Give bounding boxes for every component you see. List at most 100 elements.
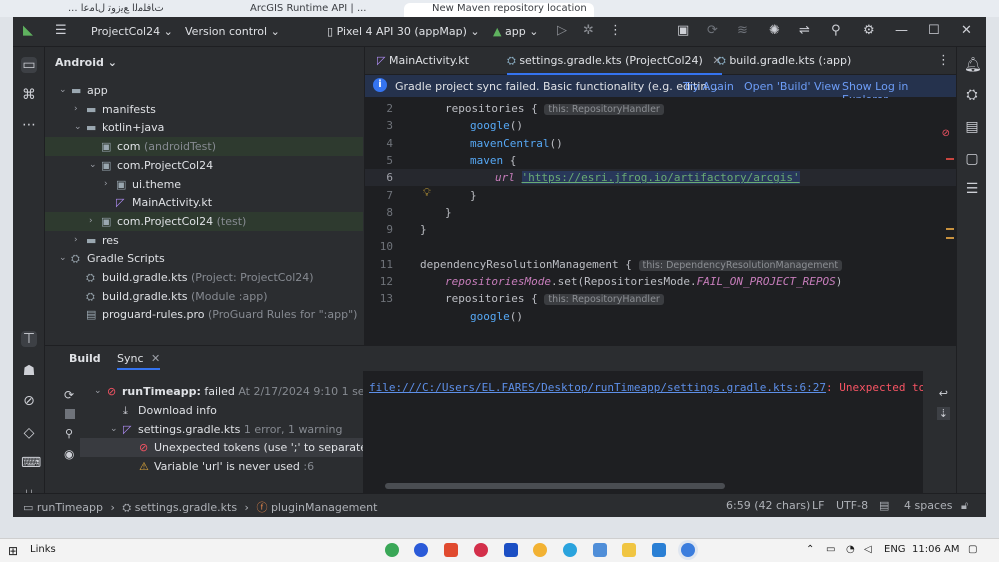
tab-options-icon[interactable]: ⋮ [937, 53, 950, 68]
project-tool-icon[interactable]: ▭ [21, 57, 37, 73]
error-stripe-icon[interactable]: ⊘ [942, 128, 950, 139]
tree-item[interactable]: ▣ com (androidTest) [45, 137, 363, 157]
input-language[interactable]: ENG [884, 544, 906, 555]
layout-inspector-icon[interactable]: ☰ [964, 181, 980, 197]
horizontal-scrollbar[interactable] [385, 483, 725, 489]
file-explorer-icon[interactable] [622, 543, 636, 557]
more-tools-icon[interactable]: ⋯ [21, 117, 37, 133]
links-toolbar[interactable]: Links [30, 544, 56, 555]
structure-tool-icon[interactable]: ⌘ [21, 87, 37, 103]
debug-icon[interactable]: ✲ [583, 23, 594, 38]
build-tree-item[interactable]: ⚠ Variable 'url' is never used :6 [80, 457, 394, 476]
opera-icon[interactable] [474, 543, 488, 557]
chrome-icon[interactable] [533, 543, 547, 557]
tree-item[interactable]: ▤ proguard-rules.pro (ProGuard Rules for … [45, 305, 363, 324]
app-quality-icon[interactable]: ◇ [21, 425, 37, 441]
build-tree-item[interactable]: ⌄ ◸ settings.gradle.kts 1 error, 1 warning [80, 420, 394, 439]
notifications-icon[interactable]: 🔔︎ [964, 57, 982, 73]
clock[interactable]: 11:06 AM [912, 544, 959, 555]
device-manager-icon[interactable]: ▣ [677, 23, 689, 38]
telegram-icon[interactable] [563, 543, 577, 557]
chat-app-icon[interactable] [414, 543, 428, 557]
problems-icon[interactable]: ⊘ [21, 393, 37, 409]
tree-item[interactable]: ⌄ ▣ com.ProjectCol24 [45, 156, 363, 175]
build-tree-item[interactable]: ⤓ Download info [80, 401, 394, 420]
build-tree-item[interactable]: ⊘ Unexpected tokens (use ';' to separate … [80, 438, 394, 458]
chevron-right-icon[interactable]: › [74, 231, 78, 250]
volume-icon[interactable]: ◁ [864, 544, 872, 555]
maximize-icon[interactable]: ☐ [928, 23, 940, 38]
breadcrumb-item[interactable]: runTimeapp [37, 501, 103, 514]
tree-item[interactable]: ⌄ ⛭ Gradle Scripts [45, 249, 363, 268]
whatsapp-icon[interactable] [385, 543, 399, 557]
lightbulb-icon[interactable]: 💡︎ [423, 186, 431, 200]
rerun-icon[interactable]: ⟳ [64, 388, 74, 402]
tab-main-activity[interactable]: ◸ MainActivity.kt [377, 54, 469, 67]
chevron-down-icon[interactable]: ⌄ [59, 81, 67, 100]
close-icon[interactable]: ✕ [961, 23, 972, 38]
search-app-icon[interactable] [593, 543, 607, 557]
tree-item[interactable]: ⌄ ▬ kotlin+java [45, 118, 363, 137]
pin-icon[interactable]: ⚲ [65, 427, 73, 440]
tree-item[interactable]: ⛭ build.gradle.kts (Project: ProjectCol24… [45, 268, 363, 287]
chevron-right-icon[interactable]: › [104, 175, 108, 194]
chevron-right-icon[interactable]: › [89, 212, 93, 231]
more-icon[interactable]: ⋮ [609, 23, 622, 38]
line-separator[interactable]: LF [812, 499, 824, 512]
wifi-icon[interactable]: ◔ [846, 544, 855, 555]
mail-icon[interactable] [504, 543, 518, 557]
read-only-icon[interactable]: ▤ [879, 499, 889, 512]
tree-item[interactable]: › ▣ com.ProjectCol24 (test) [45, 211, 363, 231]
chevron-down-icon[interactable]: ⌄ [110, 420, 118, 439]
main-menu-icon[interactable]: ☰ [55, 23, 67, 38]
plugin-icon[interactable]: ✺ [769, 23, 780, 38]
cursor-position[interactable]: 6:59 (42 chars) [726, 499, 810, 512]
soft-wrap-icon[interactable]: ↩ [939, 387, 948, 400]
breadcrumb-item[interactable]: pluginManagement [271, 501, 377, 514]
tree-item[interactable]: ◸ MainActivity.kt [45, 193, 363, 212]
breadcrumb-item[interactable]: settings.gradle.kts [135, 501, 237, 514]
project-selector[interactable]: ProjectCol24 ⌄ [91, 25, 173, 38]
chevron-up-icon[interactable]: ⌃ [806, 544, 814, 555]
search-icon[interactable]: ⚲ [831, 23, 841, 38]
tree-item[interactable]: › ▬ res [45, 231, 363, 250]
profiler-icon[interactable]: ≋ [737, 23, 748, 38]
project-view-selector[interactable]: Android ⌄ [55, 56, 117, 69]
emulator-icon[interactable]: ▢ [964, 151, 980, 167]
tab-build-gradle-app[interactable]: ⛭ build.gradle.kts (:app) [717, 54, 851, 68]
build-tab[interactable]: Build [69, 352, 101, 365]
run-icon[interactable]: ▷ [557, 23, 567, 38]
terminal-icon[interactable]: ⌨ [21, 455, 41, 471]
scroll-to-end-icon[interactable]: ⇣ [936, 407, 950, 420]
build-output[interactable]: file:///C:/Users/EL.FARES/Desktop/runTim… [363, 371, 923, 493]
chevron-right-icon[interactable]: › [74, 100, 78, 119]
chevron-down-icon[interactable]: ⌄ [59, 249, 67, 268]
gradle-tool-icon[interactable]: ⛭ [964, 87, 980, 103]
file-encoding[interactable]: UTF-8 [836, 499, 868, 512]
gear-icon[interactable]: ⚙ [863, 23, 875, 38]
windows-start-icon[interactable]: ⊞ [8, 544, 18, 558]
warning-marker[interactable] [946, 237, 954, 239]
app-icon[interactable] [444, 543, 458, 557]
browser-tab[interactable]: ArcGIS Runtime API | ... [222, 3, 397, 17]
vscode-icon[interactable] [652, 543, 666, 557]
vcs-selector[interactable]: Version control ⌄ [185, 25, 280, 38]
warning-marker[interactable] [946, 228, 954, 230]
browser-tab[interactable]: ... ﺕﺎﻓﻠﻣﻟﺍ ﻊﻳﺯﻭﺗ ﻝﺎﻣﻋﺃ [40, 3, 215, 17]
lock-icon[interactable]: 🔓︎ [961, 499, 968, 513]
chevron-down-icon[interactable]: ⌄ [94, 382, 102, 401]
device-selector[interactable]: ▯ Pixel 4 API 30 (appMap) ⌄ [327, 25, 480, 38]
build-tree-item[interactable]: ⌄ ⊘ runTimeapp: failed At 2/17/2024 9:10 1… [80, 382, 394, 401]
chevron-down-icon[interactable]: ⌄ [74, 118, 82, 137]
open-build-view-link[interactable]: Open 'Build' View [744, 80, 840, 93]
stop-icon[interactable] [65, 409, 75, 419]
sync-icon[interactable]: ⟳ [707, 23, 718, 38]
android-studio-taskbar-icon[interactable] [681, 543, 695, 557]
tree-item[interactable]: ⛭ build.gradle.kts (Module :app) [45, 287, 363, 306]
tree-item[interactable]: › ▣ ui.theme [45, 175, 363, 194]
code-editor[interactable]: 2 repositories { this: RepositoryHandler 3… [365, 98, 956, 345]
browser-tab-active[interactable]: New Maven repository location [404, 3, 594, 17]
close-tab-icon[interactable]: ✕ [151, 352, 160, 365]
build-tool-icon[interactable]: ⊤ [21, 331, 37, 347]
gradle-sync-icon[interactable]: ⇌ [799, 23, 810, 38]
